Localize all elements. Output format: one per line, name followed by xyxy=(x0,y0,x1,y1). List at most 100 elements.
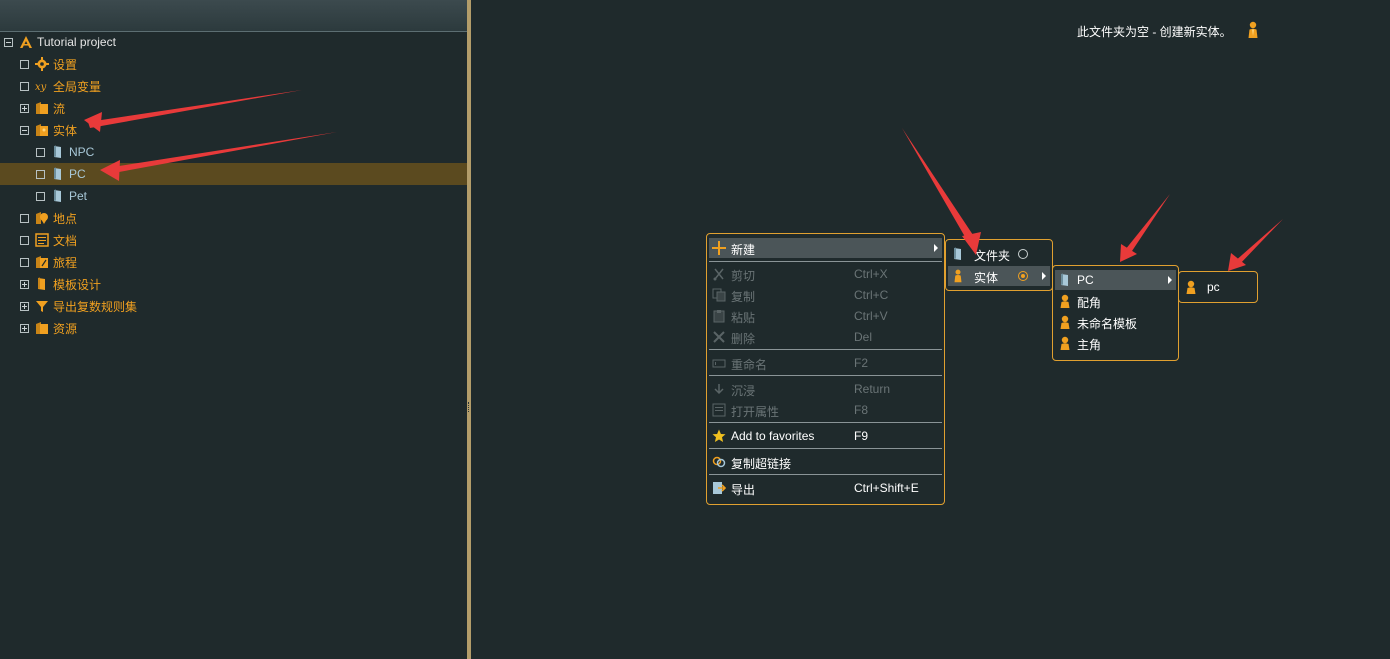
menu-item: 粘贴 Ctrl+V xyxy=(709,306,942,326)
cut-icon xyxy=(713,268,724,281)
delete-icon xyxy=(713,331,725,343)
export-icon xyxy=(713,482,726,494)
collapse-icon[interactable] xyxy=(4,37,13,47)
tree-panel-header xyxy=(0,0,467,32)
context-menu: 新建 剪切 Ctrl+X 复制 Ctrl+C 粘贴 Ctrl+V 删除 Del 重命名 F2 沉浸 R… xyxy=(706,233,945,505)
location-icon xyxy=(36,212,48,224)
menu-item-label: 复制 xyxy=(731,290,756,304)
project-icon xyxy=(20,36,32,48)
tree-item[interactable]: 文档 xyxy=(0,229,467,251)
expand-icon[interactable] xyxy=(20,103,29,113)
properties-icon xyxy=(712,403,726,417)
entity-template-label: 未命名模板 xyxy=(1077,317,1138,331)
menu-item-shortcut: Ctrl+V xyxy=(854,309,888,323)
journey-icon xyxy=(36,256,48,268)
tree-item-label: 导出复数规则集 xyxy=(53,299,138,314)
tree-item[interactable]: 资源 xyxy=(0,317,467,339)
entity-template-item[interactable]: PC xyxy=(1055,270,1176,290)
leaf-box-icon xyxy=(20,81,29,91)
submenu-arrow-icon xyxy=(1042,272,1046,280)
tree-item[interactable]: xy 全局变量 xyxy=(0,75,467,97)
pc-template-item[interactable]: pc xyxy=(1181,277,1255,297)
copy-icon xyxy=(712,288,726,302)
paste-icon xyxy=(713,310,725,323)
menu-separator xyxy=(709,422,942,423)
leaf-box-icon xyxy=(20,213,29,223)
entity-template-item[interactable]: 未命名模板 xyxy=(1055,312,1176,332)
menu-item[interactable]: 复制超链接 xyxy=(709,452,942,472)
menu-item-shortcut: Ctrl+X xyxy=(854,267,888,281)
entity-template-label: 配角 xyxy=(1077,296,1102,310)
collapse-icon[interactable] xyxy=(20,125,29,135)
menu-item-label: 导出 xyxy=(731,483,756,497)
submenu-item-entity[interactable]: 实体 xyxy=(948,266,1050,286)
expand-icon[interactable] xyxy=(20,279,29,289)
menu-separator xyxy=(709,261,942,262)
expand-icon[interactable] xyxy=(20,323,29,333)
panel-splitter[interactable] xyxy=(467,0,471,659)
plus-icon xyxy=(712,241,726,255)
entity-template-item[interactable]: 配角 xyxy=(1055,291,1176,311)
menu-item[interactable]: Add to favorites F9 xyxy=(709,426,942,446)
expand-icon[interactable] xyxy=(20,301,29,311)
menu-item-new[interactable]: 新建 xyxy=(709,238,942,258)
menu-item: 剪切 Ctrl+X xyxy=(709,264,942,284)
tree-item[interactable]: 流 xyxy=(0,97,467,119)
folder-icon xyxy=(36,322,48,334)
tree-item[interactable]: 旅程 xyxy=(0,251,467,273)
entity-template-label: PC xyxy=(1077,273,1094,287)
menu-item: 沉浸 Return xyxy=(709,379,942,399)
entity-template-item[interactable]: 主角 xyxy=(1055,333,1176,353)
new-submenu: 文件夹 实体 xyxy=(945,239,1053,291)
tree-item-label: 地点 xyxy=(53,211,78,226)
rename-icon xyxy=(712,359,726,368)
tree-item-label: 旅程 xyxy=(53,255,78,270)
menu-item: 打开属性 F8 xyxy=(709,400,942,420)
entity-template-submenu: PC 配角未命名模板主角 xyxy=(1052,265,1179,361)
menu-item[interactable]: 导出 Ctrl+Shift+E xyxy=(709,478,942,498)
entity-template-label: 主角 xyxy=(1077,338,1102,352)
splitter-grip[interactable] xyxy=(468,402,471,412)
tree-item-label: 实体 xyxy=(53,123,78,138)
tree-item[interactable]: 模板设计 xyxy=(0,273,467,295)
pc-submenu: pc xyxy=(1178,271,1258,303)
submenu-item-entity-label: 实体 xyxy=(974,271,999,285)
variable-icon: xy xyxy=(35,82,47,93)
submenu-item-folder-label: 文件夹 xyxy=(974,249,1011,263)
menu-item-label: 粘贴 xyxy=(731,311,756,325)
menu-item-label: Add to favorites xyxy=(731,429,815,443)
tree-item-label: Pet xyxy=(69,189,88,203)
star-icon xyxy=(712,429,726,442)
tree-item[interactable]: 设置 xyxy=(0,53,467,75)
menu-item-shortcut: F2 xyxy=(854,356,869,370)
tree-item-label: 模板设计 xyxy=(53,277,102,292)
project-tree-panel: Tutorial project 设置 xy 全局变量流实体 NPC PC Pet 地点文档旅… xyxy=(0,0,467,659)
menu-item: 重命名 F2 xyxy=(709,353,942,373)
menu-item: 删除 Del xyxy=(709,327,942,347)
tree-item[interactable]: Pet xyxy=(0,185,467,207)
tree-item[interactable]: 导出复数规则集 xyxy=(0,295,467,317)
tree-item[interactable]: PC xyxy=(0,163,467,185)
create-entity-icon[interactable] xyxy=(1246,21,1260,39)
menu-item-shortcut: Ctrl+C xyxy=(854,288,889,302)
tree-item-label: 文档 xyxy=(53,233,78,248)
entity-folder-icon xyxy=(36,124,48,136)
menu-separator xyxy=(709,448,942,449)
menu-item-label: 重命名 xyxy=(731,358,768,372)
person-icon xyxy=(1060,315,1070,329)
tree-item[interactable]: NPC xyxy=(0,141,467,163)
tree-item[interactable]: 实体 xyxy=(0,119,467,141)
tree-item[interactable]: 地点 xyxy=(0,207,467,229)
menu-item-label: 剪切 xyxy=(731,269,756,283)
leaf-box-icon xyxy=(36,169,45,179)
person-icon xyxy=(1060,294,1070,308)
submenu-item-folder[interactable]: 文件夹 xyxy=(948,244,1050,264)
pc-template-label: pc xyxy=(1207,280,1220,294)
tree-item[interactable]: Tutorial project xyxy=(0,31,467,53)
template-design-icon xyxy=(38,277,45,290)
menu-separator xyxy=(709,474,942,475)
tree-item-label: NPC xyxy=(69,145,95,159)
menu-separator xyxy=(709,349,942,350)
menu-item-shortcut: Return xyxy=(854,382,891,396)
hyperlink-icon xyxy=(712,456,726,468)
